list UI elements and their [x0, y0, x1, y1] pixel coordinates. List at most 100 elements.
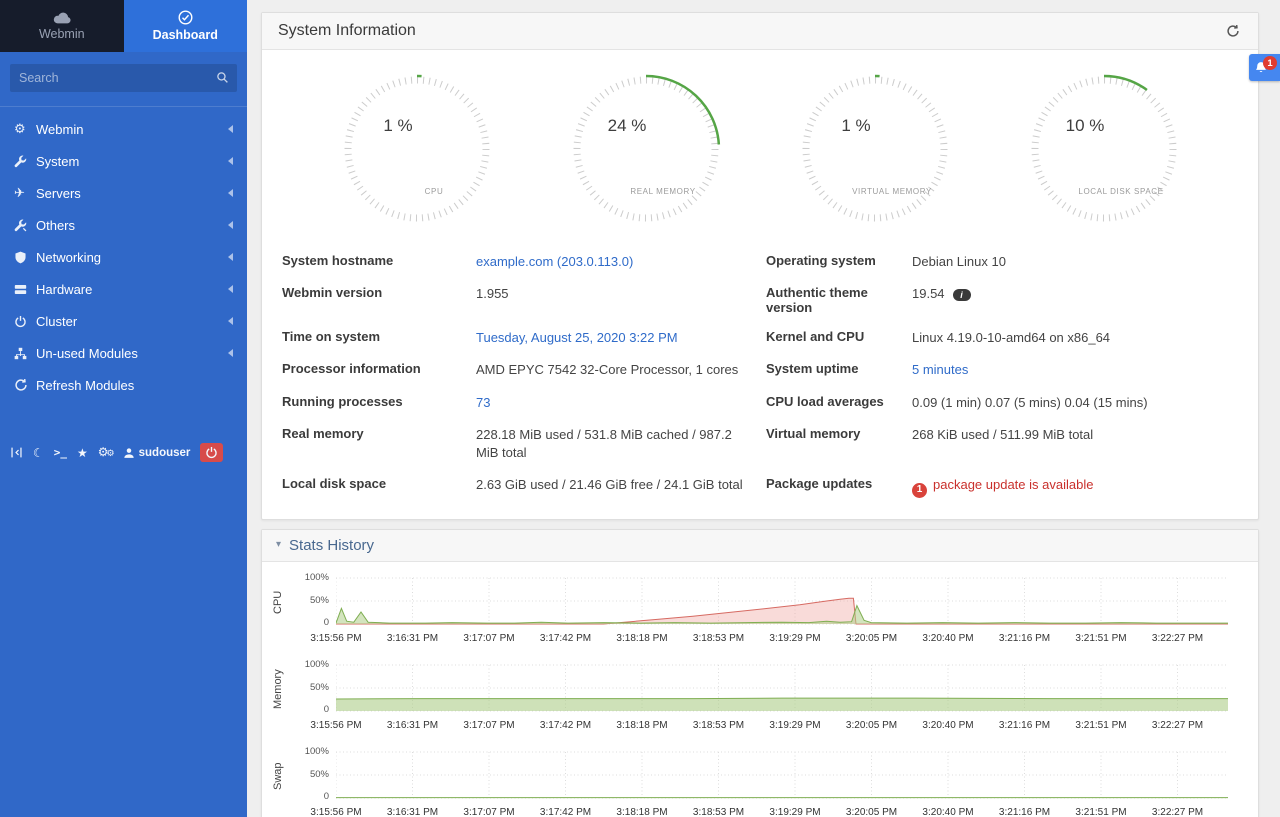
sidebar-item-servers[interactable]: ✈Servers: [0, 177, 247, 209]
stats-history-header[interactable]: ▾ Stats History: [262, 530, 1258, 562]
chevron-left-icon: [228, 221, 233, 229]
wrench-icon: [14, 155, 36, 168]
operating-system-value: Debian Linux 10: [912, 253, 1238, 271]
power-icon: [205, 446, 218, 459]
x-tick-label: 3:21:16 PM: [999, 720, 1050, 731]
sidebar-item-webmin[interactable]: ⚙Webmin: [0, 113, 247, 145]
sidebar-item-hardware[interactable]: Hardware: [0, 273, 247, 305]
sidebar-item-others[interactable]: Others: [0, 209, 247, 241]
plane-icon: ✈: [14, 187, 36, 200]
x-tick-label: 3:20:05 PM: [846, 720, 897, 731]
tab-webmin[interactable]: Webmin: [0, 0, 124, 52]
page-title: System Information: [278, 22, 1224, 40]
check-circle-icon: [178, 10, 193, 25]
x-tick-label: 3:15:56 PM: [310, 720, 361, 731]
x-tick-label: 3:16:31 PM: [387, 807, 438, 817]
cpu-chart-block: CPU100%50%03:15:56 PM3:16:31 PM3:17:07 P…: [270, 576, 1252, 648]
table-row: System hostnameexample.com (203.0.113.0)…: [282, 246, 1238, 278]
y-tick-label: 100%: [305, 572, 329, 583]
x-tick-label: 3:19:29 PM: [769, 807, 820, 817]
user-icon: [123, 447, 135, 459]
x-tick-label: 3:19:29 PM: [769, 633, 820, 644]
virtual-memory-label: Virtual memory: [766, 426, 912, 441]
sidebar-item-refresh-modules[interactable]: Refresh Modules: [0, 369, 247, 401]
sidebar-item-label: Hardware: [36, 282, 228, 297]
collapse-caret-icon: ▾: [276, 540, 281, 550]
gauge-virtual-memory-dial: 1 %VIRTUAL MEMORY: [800, 74, 950, 224]
collapse-sidebar-button[interactable]: [10, 446, 23, 459]
logged-in-user[interactable]: sudouser: [123, 447, 191, 459]
system-uptime-label: System uptime: [766, 361, 912, 376]
gear-icon: ⚙: [14, 123, 36, 136]
processor-information-value: AMD EPYC 7542 32-Core Processor, 1 cores: [476, 361, 766, 379]
refresh-icon[interactable]: [1224, 22, 1242, 40]
collapse-icon: [10, 446, 23, 459]
y-axis-ticks: 100%50%0: [286, 663, 336, 715]
x-tick-label: 3:18:53 PM: [693, 807, 744, 817]
swap-chart: [336, 750, 1228, 802]
cpu-chart: [336, 576, 1228, 628]
system-hostname-link[interactable]: example.com (203.0.113.0): [476, 254, 633, 269]
webmin-version-text: 1.955: [476, 286, 509, 301]
server-icon: [14, 283, 36, 296]
cpu-load-averages-label: CPU load averages: [766, 394, 912, 409]
system-uptime-link[interactable]: 5 minutes: [912, 362, 968, 377]
module-config-button[interactable]: ⚙⚙: [98, 446, 113, 459]
x-tick-label: 3:21:16 PM: [999, 807, 1050, 817]
x-tick-label: 3:21:16 PM: [999, 633, 1050, 644]
gauges-row: 1 %CPU24 %REAL MEMORY1 %VIRTUAL MEMORY10…: [262, 50, 1258, 242]
local-disk-space-label: Local disk space: [282, 476, 476, 491]
favorites-button[interactable]: ★: [77, 447, 88, 459]
time-on-system-link[interactable]: Tuesday, August 25, 2020 3:22 PM: [476, 330, 678, 345]
package-count-badge: 1: [912, 483, 927, 498]
tab-dashboard[interactable]: Dashboard: [124, 0, 248, 52]
x-tick-label: 3:18:18 PM: [616, 720, 667, 731]
night-mode-button[interactable]: ☾: [33, 447, 44, 459]
x-tick-label: 3:17:42 PM: [540, 720, 591, 731]
sidebar-item-un-used-modules[interactable]: Un-used Modules: [0, 337, 247, 369]
package-updates-link[interactable]: package update is available: [933, 477, 1093, 492]
table-row: Processor informationAMD EPYC 7542 32-Co…: [282, 354, 1238, 386]
sidebar-tabs: Webmin Dashboard: [0, 0, 247, 52]
y-tick-label: 0: [324, 617, 329, 628]
table-row: Local disk space2.63 GiB used / 21.46 Gi…: [282, 469, 1238, 505]
memory-axis-label: Memory: [270, 663, 286, 715]
info-badge-icon[interactable]: i: [953, 289, 971, 301]
notifications-bell[interactable]: 1: [1249, 54, 1280, 81]
series-memory-used: [336, 698, 1228, 711]
sidebar-item-cluster[interactable]: Cluster: [0, 305, 247, 337]
sidebar-item-label: Refresh Modules: [36, 378, 233, 393]
gauge-label: LOCAL DISK SPACE: [1078, 187, 1163, 196]
gauge-cpu-dial: 1 %CPU: [342, 74, 492, 224]
terminal-button[interactable]: >_: [54, 446, 67, 459]
running-processes-label: Running processes: [282, 394, 476, 409]
y-tick-label: 100%: [305, 746, 329, 757]
gauge-virtual-memory: 1 %VIRTUAL MEMORY: [800, 74, 950, 224]
system-hostname-value: example.com (203.0.113.0): [476, 253, 766, 271]
swap-axis-label: Swap: [270, 750, 286, 802]
chevron-left-icon: [228, 157, 233, 165]
gauge-local-disk-space-dial: 10 %LOCAL DISK SPACE: [1029, 74, 1179, 224]
x-tick-label: 3:16:31 PM: [387, 720, 438, 731]
memory-plot: 3:15:56 PM3:16:31 PM3:17:07 PM3:17:42 PM…: [336, 663, 1252, 735]
table-row: Real memory228.18 MiB used / 531.8 MiB c…: [282, 419, 1238, 469]
logout-button[interactable]: [200, 443, 223, 462]
notifications-badge: 1: [1263, 56, 1277, 70]
search-icon[interactable]: [216, 71, 229, 84]
x-axis-labels: 3:15:56 PM3:16:31 PM3:17:07 PM3:17:42 PM…: [336, 633, 1252, 648]
sitemap-icon: [14, 347, 36, 360]
gauge-cpu: 1 %CPU: [342, 74, 492, 224]
search-input[interactable]: [10, 64, 237, 92]
time-on-system-label: Time on system: [282, 329, 476, 344]
running-processes-link[interactable]: 73: [476, 395, 490, 410]
x-tick-label: 3:20:05 PM: [846, 807, 897, 817]
local-disk-space-value: 2.63 GiB used / 21.46 GiB free / 24.1 Gi…: [476, 476, 766, 494]
sidebar-item-label: Networking: [36, 250, 228, 265]
chevron-left-icon: [228, 253, 233, 261]
x-tick-label: 3:17:07 PM: [463, 807, 514, 817]
x-tick-label: 3:16:31 PM: [387, 633, 438, 644]
sidebar-item-system[interactable]: System: [0, 145, 247, 177]
table-row: Webmin version1.955Authentic theme versi…: [282, 278, 1238, 322]
sidebar-item-networking[interactable]: Networking: [0, 241, 247, 273]
stats-charts: CPU100%50%03:15:56 PM3:16:31 PM3:17:07 P…: [262, 562, 1258, 817]
